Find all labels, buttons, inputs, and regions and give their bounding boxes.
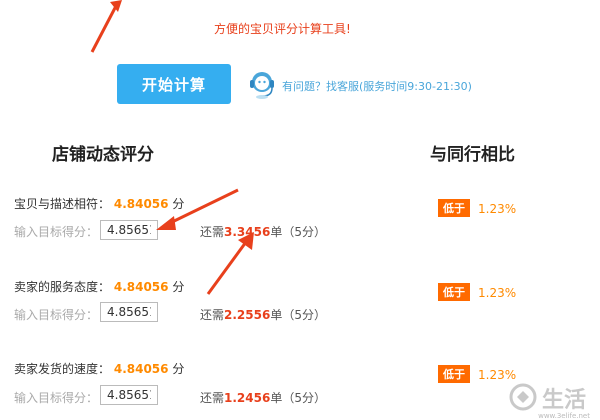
target-input-label: 输入目标得分： bbox=[14, 391, 99, 405]
annotation-arrow-top bbox=[90, 0, 122, 53]
target-score-input-shipping[interactable] bbox=[100, 385, 158, 405]
metric-score: 4.84056 bbox=[113, 362, 169, 376]
lower-badge: 低于 bbox=[438, 199, 470, 217]
watermark-text: 生活 bbox=[541, 388, 586, 413]
watermark-logo-icon bbox=[509, 383, 537, 411]
service-hours-link[interactable]: 有问题？找客服(服务时间9:30-21:30) bbox=[282, 78, 472, 94]
need-unit: 单（5分） bbox=[270, 225, 326, 239]
metric-unit: 分 bbox=[172, 280, 185, 294]
target-input-label: 输入目标得分： bbox=[14, 225, 99, 239]
lower-badge: 低于 bbox=[438, 365, 470, 383]
need-unit: 单（5分） bbox=[270, 391, 326, 405]
need-prefix: 还需 bbox=[200, 391, 225, 405]
needed-orders-service: 还需2.2556单（5分） bbox=[200, 306, 326, 323]
peer-comparison-title: 与同行相比 bbox=[430, 145, 515, 165]
metric-name: 宝贝与描述相符： bbox=[14, 197, 111, 211]
metric-label-service: 卖家的服务态度： 4.84056 分 bbox=[14, 278, 184, 295]
metric-name: 卖家发货的速度： bbox=[14, 362, 111, 376]
metric-label-shipping: 卖家发货的速度： 4.84056 分 bbox=[14, 360, 184, 377]
metric-name: 卖家的服务态度： bbox=[14, 280, 111, 294]
tagline: 方便的宝贝评分计算工具! bbox=[214, 22, 351, 36]
target-input-label: 输入目标得分： bbox=[14, 308, 99, 322]
peer-percent: 1.23% bbox=[478, 202, 517, 216]
lower-badge: 低于 bbox=[438, 283, 470, 301]
need-prefix: 还需 bbox=[200, 308, 225, 322]
watermark-url: www.3elife.net bbox=[538, 412, 590, 420]
start-calculate-button[interactable]: 开始计算 bbox=[117, 64, 231, 104]
annotation-arrow-result bbox=[206, 232, 254, 295]
customer-service-icon[interactable] bbox=[248, 68, 276, 100]
needed-orders-shipping: 还需1.2456单（5分） bbox=[200, 389, 326, 406]
shop-rating-title: 店铺动态评分 bbox=[52, 145, 154, 165]
need-value: 2.2556 bbox=[224, 308, 271, 322]
need-unit: 单（5分） bbox=[270, 308, 326, 322]
metric-unit: 分 bbox=[172, 362, 185, 376]
metric-score: 4.84056 bbox=[113, 280, 169, 294]
peer-percent: 1.23% bbox=[478, 286, 517, 300]
need-value: 1.2456 bbox=[224, 391, 271, 405]
peer-percent: 1.23% bbox=[478, 368, 517, 382]
target-score-input-service[interactable] bbox=[100, 302, 158, 322]
